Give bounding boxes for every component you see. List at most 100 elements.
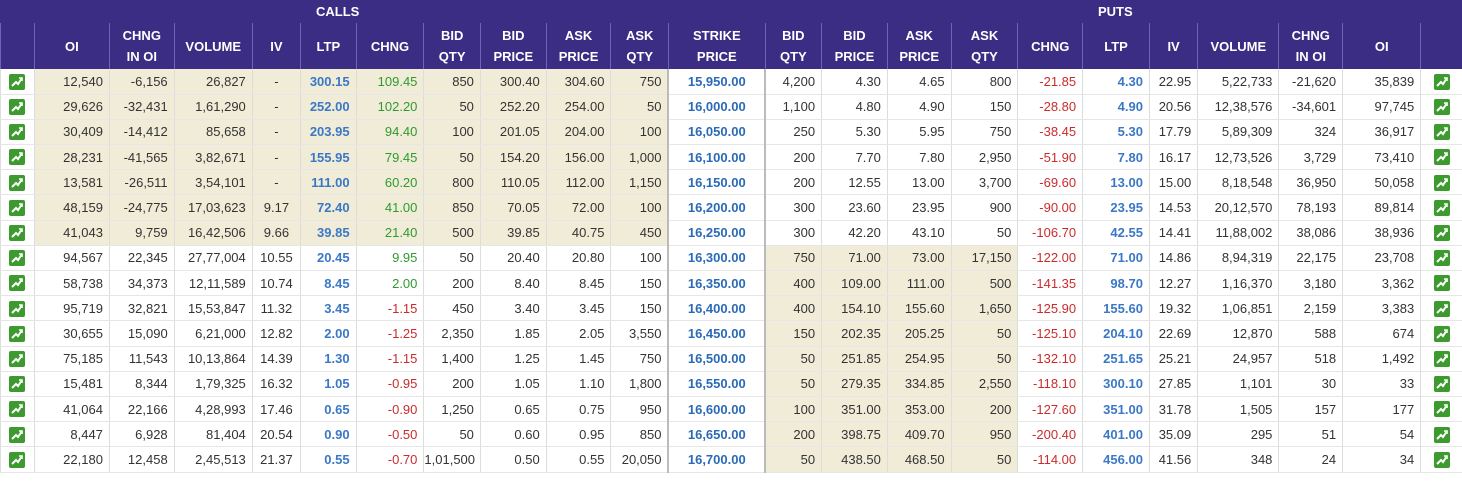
chart-icon[interactable]	[1433, 73, 1450, 90]
chart-icon[interactable]	[1433, 99, 1450, 116]
chart-icon[interactable]	[1433, 426, 1450, 443]
call-chart-icon[interactable]	[0, 119, 35, 146]
col-put-ltp[interactable]: LTP	[1082, 23, 1150, 69]
table-row[interactable]: 12,540 -6,156 26,827-300.15 109.45 850 300.40…	[0, 69, 1462, 95]
chart-icon[interactable]	[1433, 199, 1450, 216]
call-chart-icon[interactable]	[0, 144, 35, 171]
col-put-ask-qty[interactable]: ASK QTY	[950, 23, 1018, 69]
put-chart-icon[interactable]	[1420, 421, 1462, 448]
put-chart-icon[interactable]	[1420, 320, 1462, 347]
chart-icon[interactable]	[9, 149, 26, 166]
col-call-chng-oi[interactable]: CHNG IN OI	[108, 23, 175, 69]
call-chart-icon[interactable]	[0, 220, 35, 246]
table-row[interactable]: 75,185 11,543 10,13,864 14.39 1.30 -1.15 1,400…	[0, 346, 1462, 372]
put-chart-icon[interactable]	[1420, 446, 1462, 473]
call-chart-icon[interactable]	[0, 396, 35, 423]
chart-icon[interactable]	[9, 350, 26, 367]
col-call-bid-price[interactable]: BID PRICE	[479, 23, 547, 69]
table-row[interactable]: 8,447 6,928 81,404 20.54 0.90 -0.50 50 0.60 0.95…	[0, 421, 1462, 448]
table-row[interactable]: 41,043 9,759 16,42,506 9.66 39.85 21.40 500 39.…	[0, 220, 1462, 246]
table-row[interactable]: 15,481 8,344 1,79,325 16.32 1.05 -0.95 200 1.05…	[0, 371, 1462, 397]
chart-icon[interactable]	[9, 73, 26, 90]
col-put-oi[interactable]: OI	[1342, 23, 1421, 69]
table-row[interactable]: 30,409 -14,412 85,658-203.95 94.40 100 201.05…	[0, 119, 1462, 146]
chart-icon[interactable]	[1433, 376, 1450, 393]
chart-icon[interactable]	[9, 401, 26, 418]
col-put-chng-oi[interactable]: CHNG IN OI	[1278, 23, 1343, 69]
col-call-bid-qty[interactable]: BID QTY	[423, 23, 481, 69]
chart-icon[interactable]	[1433, 401, 1450, 418]
chart-icon[interactable]	[1433, 124, 1450, 141]
put-chart-icon[interactable]	[1420, 270, 1462, 297]
col-strike-price[interactable]: STRIKE PRICE	[667, 23, 766, 69]
chart-icon[interactable]	[9, 250, 26, 267]
table-row[interactable]: 29,626 -32,431 1,61,290-252.00 102.20 50 252.…	[0, 94, 1462, 120]
put-chart-icon[interactable]	[1420, 371, 1462, 397]
chart-icon[interactable]	[9, 99, 26, 116]
col-put-iv[interactable]: IV	[1148, 23, 1198, 69]
call-chart-icon[interactable]	[0, 446, 35, 473]
put-chart-icon[interactable]	[1420, 220, 1462, 246]
chart-icon[interactable]	[1433, 174, 1450, 191]
chart-icon[interactable]	[1433, 451, 1450, 468]
col-put-bid-price[interactable]: BID PRICE	[821, 23, 888, 69]
chart-icon[interactable]	[1433, 149, 1450, 166]
put-chart-icon[interactable]	[1420, 346, 1462, 372]
put-chart-icon[interactable]	[1420, 169, 1462, 196]
put-chart-icon[interactable]	[1420, 69, 1462, 95]
chart-icon[interactable]	[9, 199, 26, 216]
chart-icon[interactable]	[9, 225, 26, 241]
put-chart-icon[interactable]	[1420, 194, 1462, 221]
put-chart-icon[interactable]	[1420, 144, 1462, 171]
table-row[interactable]: 58,738 34,373 12,11,589 10.74 8.45 2.00 200 8.4…	[0, 270, 1462, 297]
chart-icon[interactable]	[1433, 250, 1450, 267]
call-chart-icon[interactable]	[0, 169, 35, 196]
table-row[interactable]: 95,719 32,821 15,53,847 11.32 3.45 -1.15 450 3.…	[0, 295, 1462, 322]
col-put-chng[interactable]: CHNG	[1017, 23, 1083, 69]
call-chart-icon[interactable]	[0, 421, 35, 448]
table-row[interactable]: 30,655 15,090 6,21,000 12.82 2.00 -1.25 2,350 1…	[0, 320, 1462, 347]
chart-icon[interactable]	[1433, 350, 1450, 367]
put-chart-icon[interactable]	[1420, 94, 1462, 120]
call-chart-icon[interactable]	[0, 371, 35, 397]
call-chart-icon[interactable]	[0, 320, 35, 347]
call-chart-icon[interactable]	[0, 194, 35, 221]
col-call-volume[interactable]: VOLUME	[173, 23, 253, 69]
call-chart-icon[interactable]	[0, 245, 35, 272]
call-chart-icon[interactable]	[0, 346, 35, 372]
call-chart-icon[interactable]	[0, 295, 35, 322]
col-call-chng[interactable]: CHNG	[355, 23, 424, 69]
call-chart-icon[interactable]	[0, 270, 35, 297]
table-row[interactable]: 13,581 -26,511 3,54,101-111.00 60.20 800 110.…	[0, 169, 1462, 196]
chart-icon[interactable]	[9, 275, 26, 292]
call-chart-icon[interactable]	[0, 94, 35, 120]
chart-icon[interactable]	[9, 174, 26, 191]
chart-icon[interactable]	[9, 451, 26, 468]
put-chart-icon[interactable]	[1420, 119, 1462, 146]
table-row[interactable]: 41,064 22,166 4,28,993 17.46 0.65 -0.90 1,250 0…	[0, 396, 1462, 423]
put-chart-icon[interactable]	[1420, 396, 1462, 423]
put-chart-icon[interactable]	[1420, 245, 1462, 272]
col-put-ask-price[interactable]: ASK PRICE	[886, 23, 952, 69]
chart-icon[interactable]	[9, 300, 26, 317]
table-row[interactable]: 22,180 12,458 2,45,513 21.37 0.55 -0.70 1,01,5…	[0, 446, 1462, 473]
chart-icon[interactable]	[9, 376, 26, 393]
put-chart-icon[interactable]	[1420, 295, 1462, 322]
chart-icon[interactable]	[1433, 325, 1450, 342]
chart-icon[interactable]	[9, 325, 26, 342]
table-row[interactable]: 28,231 -41,565 3,82,671-155.95 79.45 50 154.2…	[0, 144, 1462, 171]
col-call-iv[interactable]: IV	[251, 23, 301, 69]
col-call-ask-qty[interactable]: ASK QTY	[610, 23, 669, 69]
chart-icon[interactable]	[1433, 275, 1450, 292]
col-put-volume[interactable]: VOLUME	[1197, 23, 1279, 69]
chart-icon[interactable]	[9, 124, 26, 141]
table-row[interactable]: 48,159 -24,775 17,03,623 9.17 72.40 41.00 850 7…	[0, 194, 1462, 221]
col-call-oi[interactable]: OI	[33, 23, 110, 69]
chart-icon[interactable]	[1433, 225, 1450, 241]
col-call-ask-price[interactable]: ASK PRICE	[545, 23, 611, 69]
col-call-ltp[interactable]: LTP	[300, 23, 357, 69]
chart-icon[interactable]	[1433, 300, 1450, 317]
table-row[interactable]: 94,567 22,345 27,77,004 10.55 20.45 9.95 50 20.…	[0, 245, 1462, 272]
col-put-bid-qty[interactable]: BID QTY	[764, 23, 822, 69]
chart-icon[interactable]	[9, 426, 26, 443]
